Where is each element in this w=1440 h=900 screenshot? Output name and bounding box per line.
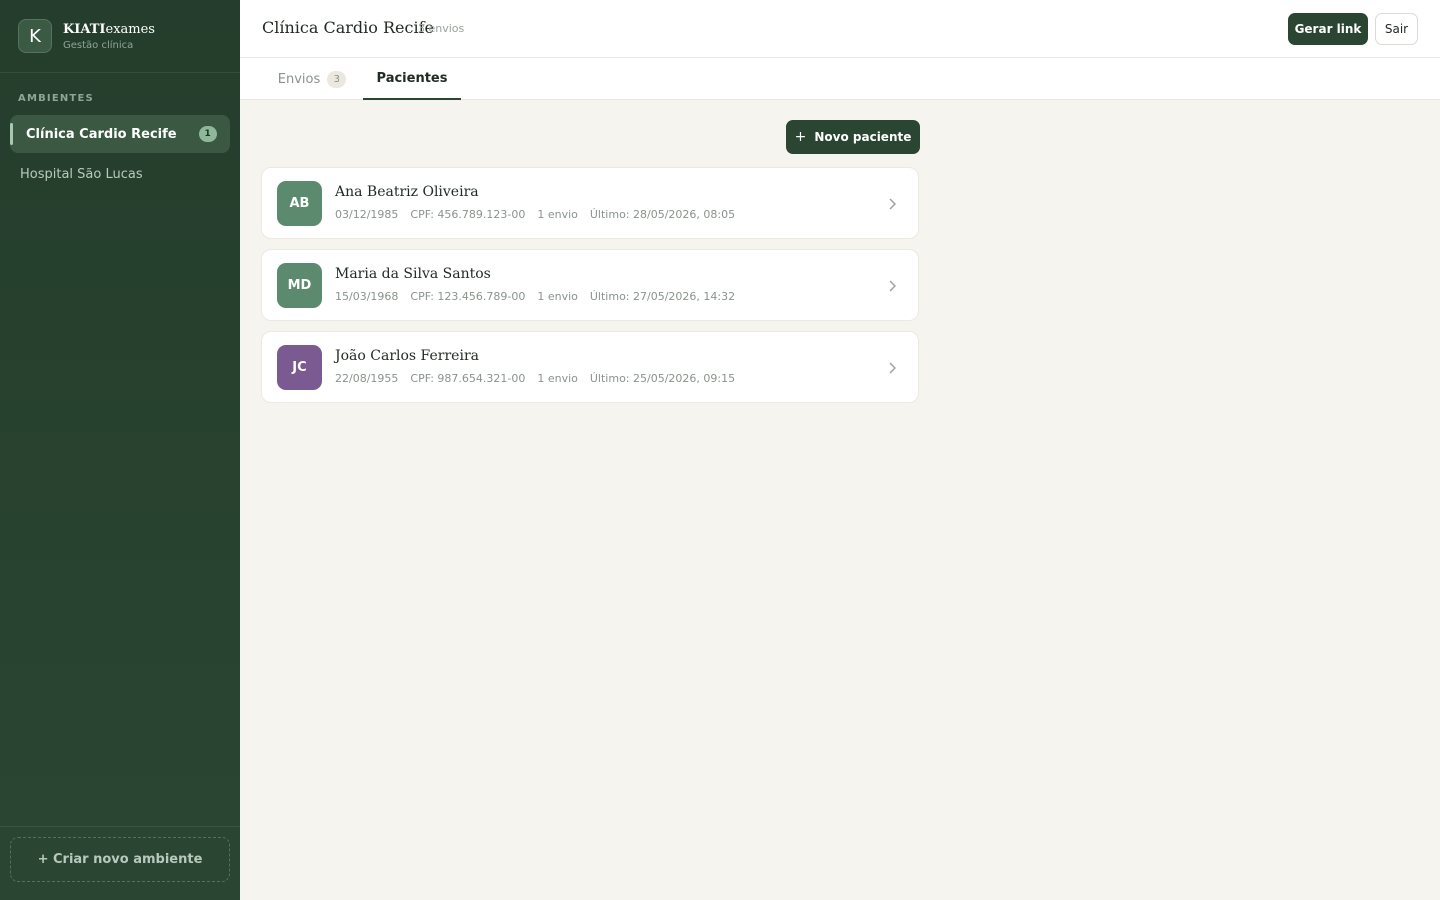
- chevron-right-icon: [884, 358, 900, 378]
- sidebar-item-hospital-sao-lucas[interactable]: Hospital São Lucas: [10, 155, 230, 193]
- create-environment-button[interactable]: + Criar novo ambiente: [10, 837, 230, 882]
- patient-cpf: CPF: 123.456.789-00: [410, 290, 526, 303]
- patient-birthdate: 03/12/1985: [335, 208, 399, 221]
- patient-send-count: 1 envio: [537, 372, 578, 385]
- patient-name: Maria da Silva Santos: [335, 266, 491, 282]
- chevron-right-icon: [884, 194, 900, 214]
- avatar: JC: [277, 345, 322, 390]
- brand-name-rest: exames: [105, 21, 155, 37]
- avatar: AB: [277, 181, 322, 226]
- page-title: Clínica Cardio Recife: [262, 18, 434, 37]
- new-patient-button[interactable]: + Novo paciente: [786, 120, 920, 154]
- patient-last-send: Último: 27/05/2026, 14:32: [589, 290, 736, 303]
- tabs: Envios 3 Pacientes: [240, 58, 1440, 100]
- patient-card[interactable]: MD Maria da Silva Santos 15/03/1968 CPF:…: [261, 249, 919, 321]
- exit-button[interactable]: Sair: [1375, 13, 1418, 45]
- patient-last-send: Último: 25/05/2026, 09:15: [589, 372, 736, 385]
- tab-pacientes[interactable]: Pacientes: [363, 58, 461, 100]
- tab-label: Pacientes: [376, 70, 448, 86]
- chevron-right-icon: [884, 276, 900, 296]
- patient-meta: 03/12/1985 CPF: 456.789.123-00 1 envio Ú…: [335, 208, 735, 221]
- sidebar-item-badge: 1: [198, 126, 217, 142]
- patient-card[interactable]: JC João Carlos Ferreira 22/08/1955 CPF: …: [261, 331, 919, 403]
- patient-name: João Carlos Ferreira: [335, 348, 479, 364]
- patient-card[interactable]: AB Ana Beatriz Oliveira 03/12/1985 CPF: …: [261, 167, 919, 239]
- brand-name: KIATIexames: [63, 22, 155, 38]
- patient-birthdate: 22/08/1955: [335, 372, 399, 385]
- generate-link-button[interactable]: Gerar link: [1288, 13, 1368, 45]
- tab-label: Envios: [277, 71, 321, 87]
- avatar: MD: [277, 263, 322, 308]
- section-label-ambientes: AMBIENTES: [18, 93, 94, 104]
- brand-text: KIATIexames Gestão clínica: [63, 22, 155, 51]
- sidebar-item-label: Hospital São Lucas: [20, 166, 143, 182]
- tab-envios[interactable]: Envios 3: [272, 58, 352, 100]
- plus-icon: +: [794, 129, 807, 145]
- tab-count-badge: 3: [327, 70, 347, 88]
- patient-cpf: CPF: 987.654.321-00: [410, 372, 526, 385]
- patient-birthdate: 15/03/1968: [335, 290, 399, 303]
- sidebar: K KIATIexames Gestão clínica AMBIENTES C…: [0, 0, 240, 900]
- brand-name-bold: KIATI: [63, 21, 106, 37]
- patient-name: Ana Beatriz Oliveira: [335, 184, 479, 200]
- new-patient-label: Novo paciente: [814, 130, 912, 144]
- brand-subtitle: Gestão clínica: [63, 39, 134, 51]
- patient-meta: 15/03/1968 CPF: 123.456.789-00 1 envio Ú…: [335, 290, 735, 303]
- sidebar-item-clinica-cardio-recife[interactable]: Clínica Cardio Recife 1: [10, 115, 230, 153]
- page-count: 3 envios: [418, 22, 465, 35]
- patient-last-send: Último: 28/05/2026, 08:05: [589, 208, 736, 221]
- patient-send-count: 1 envio: [537, 290, 578, 303]
- patient-meta: 22/08/1955 CPF: 987.654.321-00 1 envio Ú…: [335, 372, 735, 385]
- sidebar-footer: + Criar novo ambiente: [0, 826, 240, 900]
- sidebar-item-label: Clínica Cardio Recife: [26, 126, 177, 142]
- patient-cpf: CPF: 456.789.123-00: [410, 208, 526, 221]
- brand: K KIATIexames Gestão clínica: [0, 0, 240, 73]
- brand-logo: K: [18, 19, 52, 53]
- patient-send-count: 1 envio: [537, 208, 578, 221]
- header: Clínica Cardio Recife 3 envios Gerar lin…: [240, 0, 1440, 58]
